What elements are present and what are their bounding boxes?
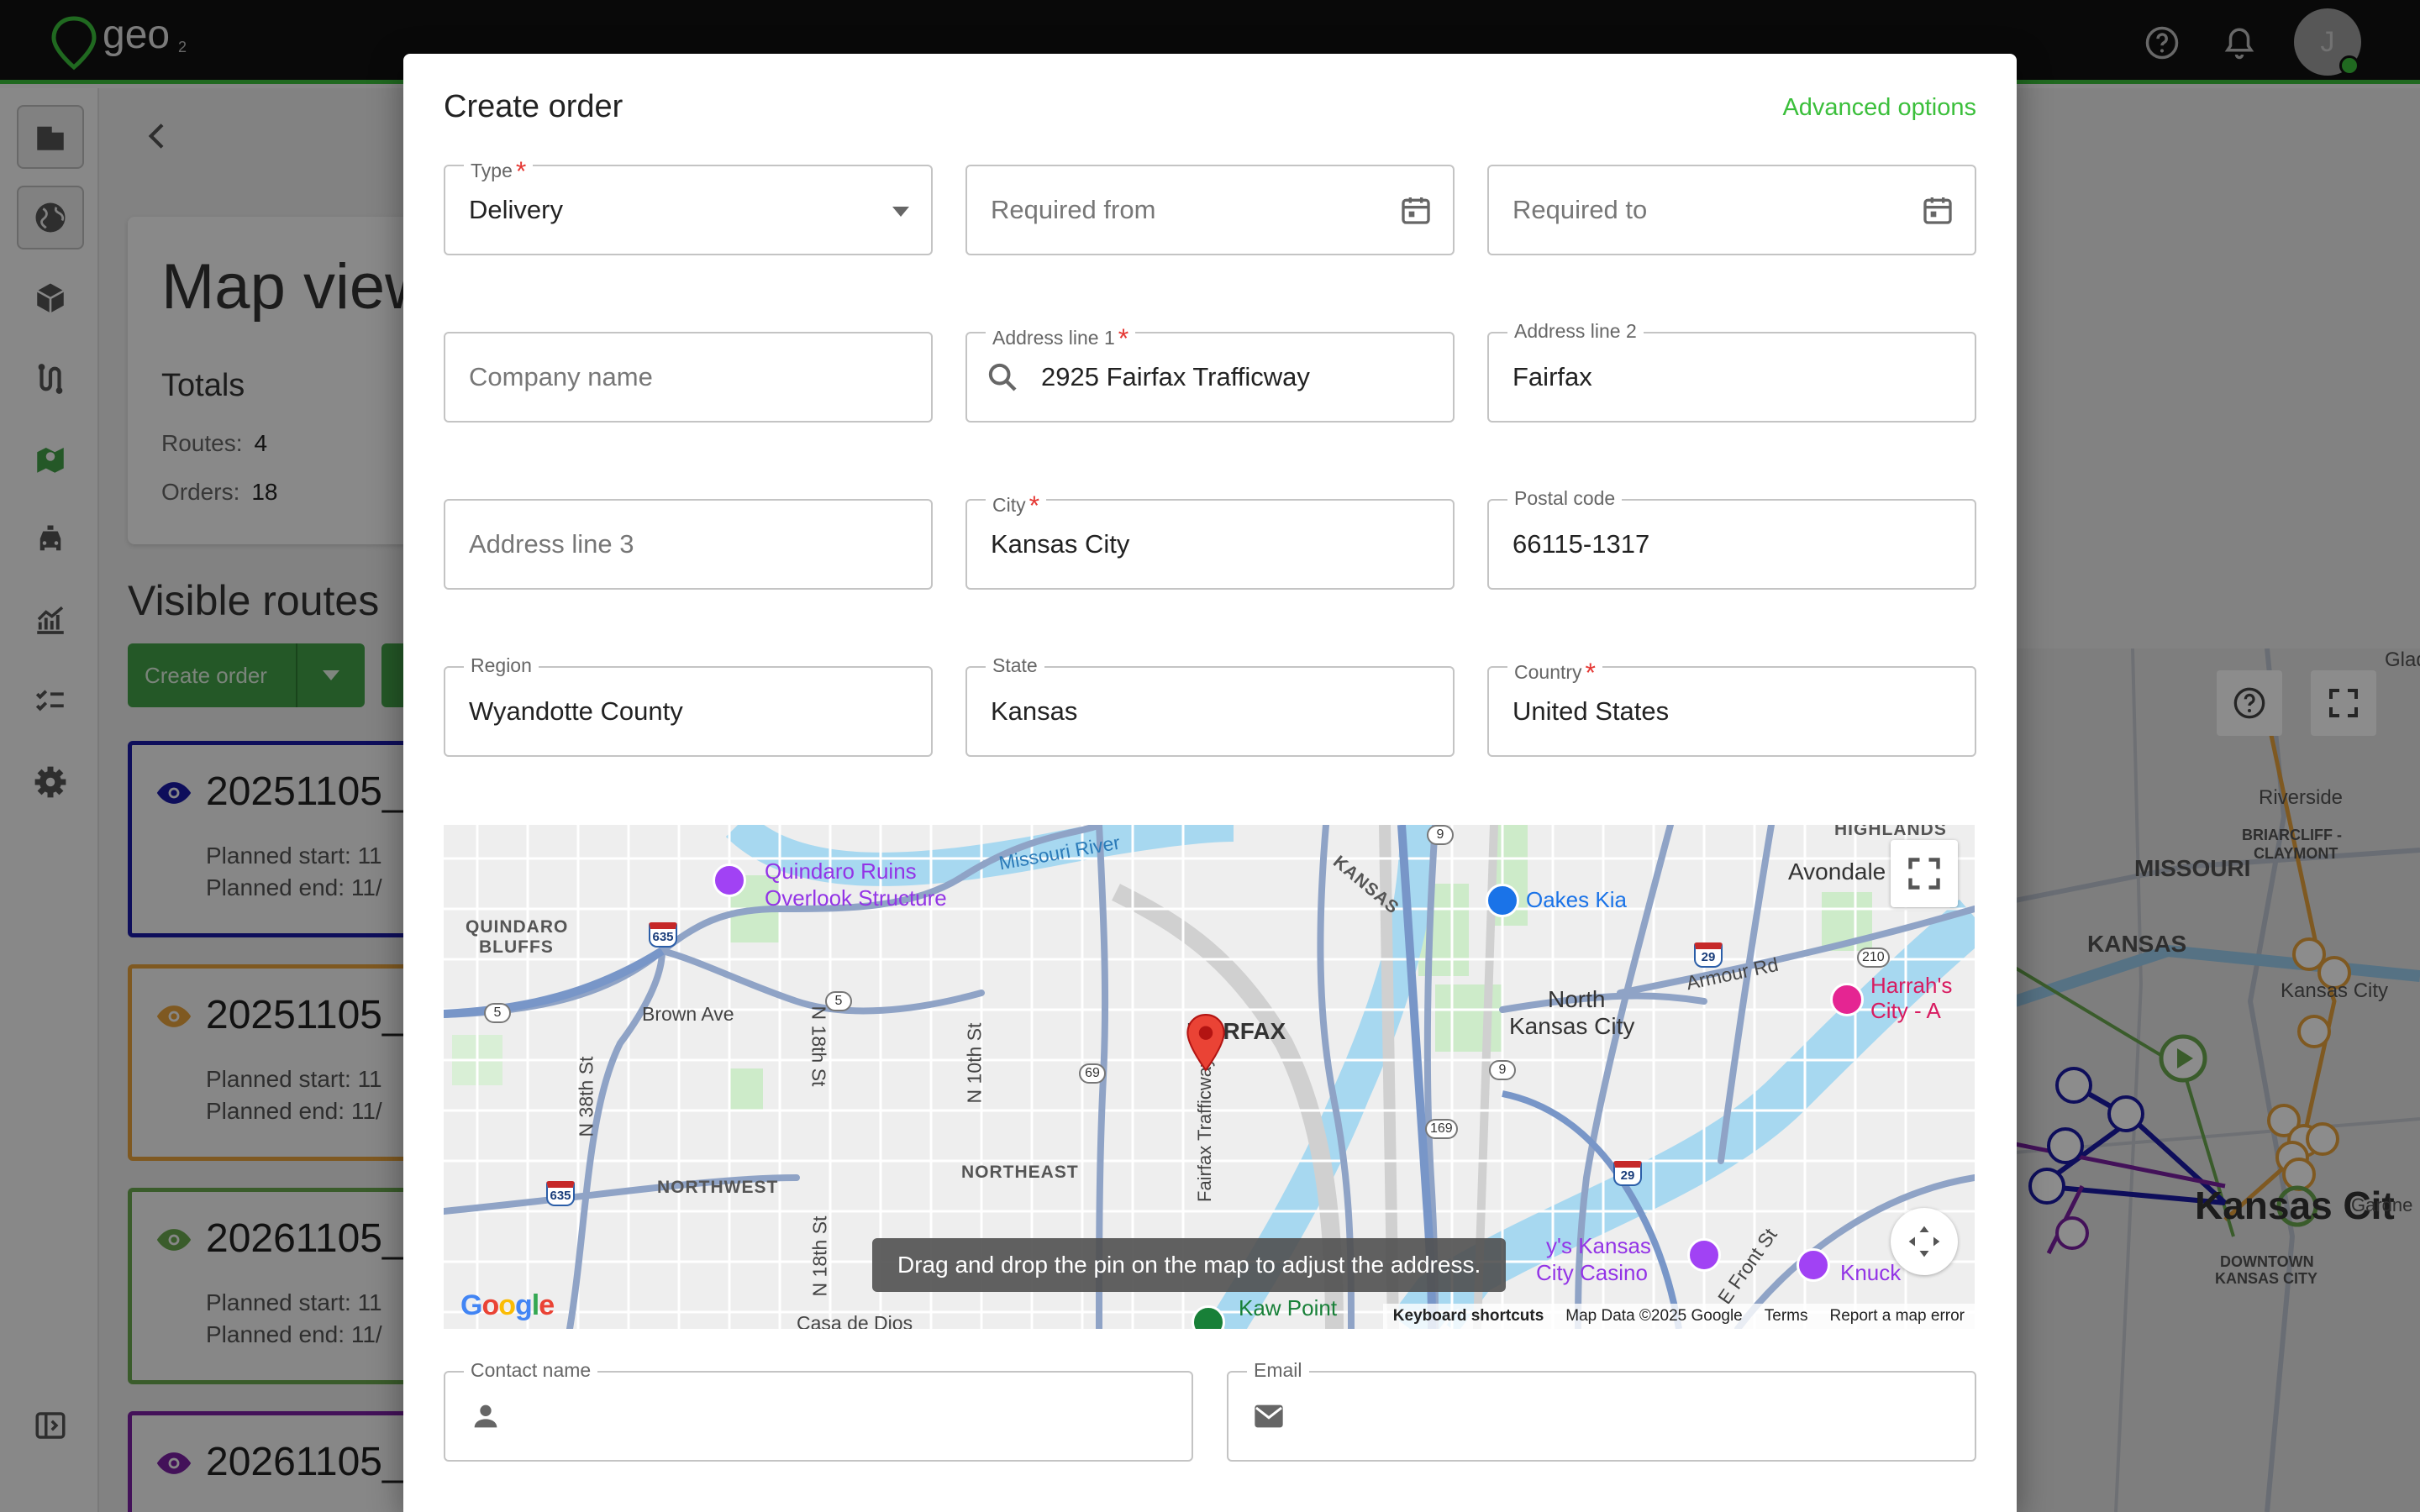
city-label: City * xyxy=(986,487,1047,521)
interstate-shield: 29 xyxy=(1613,1161,1642,1186)
contact-name-field[interactable]: Contact name xyxy=(444,1359,1193,1462)
region-label: Region xyxy=(464,654,539,677)
required-from-field[interactable] xyxy=(965,165,1455,255)
region-field[interactable]: Region Wyandotte County xyxy=(444,654,933,757)
route-shield: 210 xyxy=(1857,948,1890,968)
route-shield: 169 xyxy=(1425,1119,1458,1139)
attraction-poi-icon[interactable] xyxy=(1797,1248,1830,1282)
map-label: BLUFFS xyxy=(479,937,554,957)
address-line-1-field[interactable]: Address line 1 * 2925 Fairfax Trafficway xyxy=(965,320,1455,423)
map-tooltip: Drag and drop the pin on the map to adju… xyxy=(872,1238,1507,1292)
country-label: Country * xyxy=(1507,654,1602,688)
country-field[interactable]: Country * United States xyxy=(1487,654,1976,757)
google-logo[interactable]: Google xyxy=(460,1289,555,1322)
map-label: HIGHLANDS xyxy=(1834,825,1947,839)
map-label: QUINDARO xyxy=(466,917,569,937)
address-line-1-label: Address line 1 * xyxy=(986,320,1136,354)
hotel-poi-icon[interactable] xyxy=(1830,983,1864,1016)
map-label: City Casino xyxy=(1536,1260,1648,1285)
map-label: Knuck xyxy=(1840,1260,1902,1285)
fullscreen-icon xyxy=(1908,858,1940,890)
map-pan-control[interactable] xyxy=(1891,1208,1958,1275)
route-shield: 5 xyxy=(484,1003,511,1023)
map-label: Avondale xyxy=(1788,858,1886,885)
dialog-title: Create order xyxy=(444,89,623,124)
required-from-input[interactable] xyxy=(991,166,1392,254)
map-label: Overlook Structure xyxy=(765,885,947,911)
map-label: North xyxy=(1548,986,1606,1012)
city-value[interactable]: Kansas City xyxy=(991,529,1129,559)
casino-poi-icon[interactable] xyxy=(1687,1238,1721,1272)
map-label: N 18th St xyxy=(808,1215,831,1297)
email-label: Email xyxy=(1247,1359,1309,1382)
state-field[interactable]: State Kansas xyxy=(965,654,1455,757)
map-label: Kaw Point xyxy=(1239,1295,1338,1320)
route-shield: 9 xyxy=(1427,825,1454,845)
car-dealer-poi-icon[interactable] xyxy=(1486,884,1519,917)
advanced-options-link[interactable]: Advanced options xyxy=(1782,94,1976,122)
interstate-shield: 635 xyxy=(546,1181,575,1206)
city-field[interactable]: City * Kansas City xyxy=(965,487,1455,590)
map-label: Oakes Kia xyxy=(1526,887,1627,912)
person-icon xyxy=(474,1404,497,1428)
address-map[interactable]: Quindaro Ruins Overlook Structure Missou… xyxy=(444,825,1975,1329)
map-label: N 18th St xyxy=(808,1005,830,1087)
required-to-input[interactable] xyxy=(1512,166,1914,254)
map-label: NORTHEAST xyxy=(961,1163,1079,1182)
map-label: NORTHWEST xyxy=(657,1178,779,1197)
map-label: Fairfax Trafficway xyxy=(1193,1058,1215,1202)
address-line-2-value[interactable]: Fairfax xyxy=(1512,362,1592,392)
email-input[interactable] xyxy=(1304,1373,1966,1460)
address-line-2-field[interactable]: Address line 2 Fairfax xyxy=(1487,320,1976,423)
report-error-link[interactable]: Report a map error xyxy=(1829,1304,1965,1329)
route-shield: 9 xyxy=(1489,1060,1516,1080)
route-shield: 69 xyxy=(1079,1063,1106,1084)
map-label: N 10th St xyxy=(963,1022,986,1104)
state-value[interactable]: Kansas xyxy=(991,696,1077,727)
map-label: Kansas City xyxy=(1509,1013,1635,1039)
terms-link[interactable]: Terms xyxy=(1765,1304,1808,1329)
address-line-1-value[interactable]: 2925 Fairfax Trafficway xyxy=(1041,362,1310,392)
envelope-icon xyxy=(1255,1404,1283,1428)
calendar-icon[interactable] xyxy=(1921,193,1954,227)
map-label: y's Kansas xyxy=(1546,1233,1651,1258)
interstate-shield: 29 xyxy=(1694,942,1723,968)
address-line-3-field[interactable] xyxy=(444,499,933,590)
state-label: State xyxy=(986,654,1044,677)
type-label: Type * xyxy=(464,153,534,186)
keyboard-shortcuts-link[interactable]: Keyboard shortcuts xyxy=(1393,1304,1544,1329)
map-label: Harrah's xyxy=(1870,973,1953,998)
postal-code-value[interactable]: 66115-1317 xyxy=(1512,529,1649,559)
map-label: City - A xyxy=(1870,998,1941,1023)
contact-name-input[interactable] xyxy=(521,1373,1183,1460)
map-label: Brown Ave xyxy=(642,1003,734,1025)
required-to-field[interactable] xyxy=(1487,165,1976,255)
company-name-field[interactable] xyxy=(444,332,933,423)
postal-code-field[interactable]: Postal code 66115-1317 xyxy=(1487,487,1976,590)
create-order-dialog: Create order Advanced options Type * Deli… xyxy=(403,54,2017,1512)
map-attribution-bar: Keyboard shortcuts Map Data ©2025 Google… xyxy=(1382,1304,1975,1329)
monument-poi-icon[interactable] xyxy=(713,864,746,897)
email-field[interactable]: Email xyxy=(1227,1359,1976,1462)
map-label: Quindaro Ruins xyxy=(765,858,917,884)
map-data-notice: Map Data ©2025 Google xyxy=(1565,1307,1743,1325)
region-value[interactable]: Wyandotte County xyxy=(469,696,683,727)
route-shield: 5 xyxy=(825,991,852,1011)
interstate-shield: 635 xyxy=(649,922,677,948)
type-value: Delivery xyxy=(469,195,563,224)
type-select[interactable]: Type * Delivery xyxy=(444,153,933,255)
map-label: N 38th St xyxy=(575,1056,597,1137)
pan-arrows-icon xyxy=(1908,1226,1940,1257)
address-line-2-label: Address line 2 xyxy=(1507,320,1644,343)
dropdown-arrow-icon xyxy=(892,207,909,217)
location-pin-icon[interactable] xyxy=(1185,1013,1227,1072)
country-value[interactable]: United States xyxy=(1512,696,1669,727)
postal-code-label: Postal code xyxy=(1507,487,1623,510)
map-label: Casa de Dios xyxy=(797,1312,913,1329)
address-line-3-input[interactable] xyxy=(469,501,871,588)
calendar-icon[interactable] xyxy=(1399,193,1433,227)
company-name-input[interactable] xyxy=(469,333,871,421)
map-fullscreen-button[interactable] xyxy=(1891,840,1958,907)
search-icon xyxy=(988,363,1017,391)
